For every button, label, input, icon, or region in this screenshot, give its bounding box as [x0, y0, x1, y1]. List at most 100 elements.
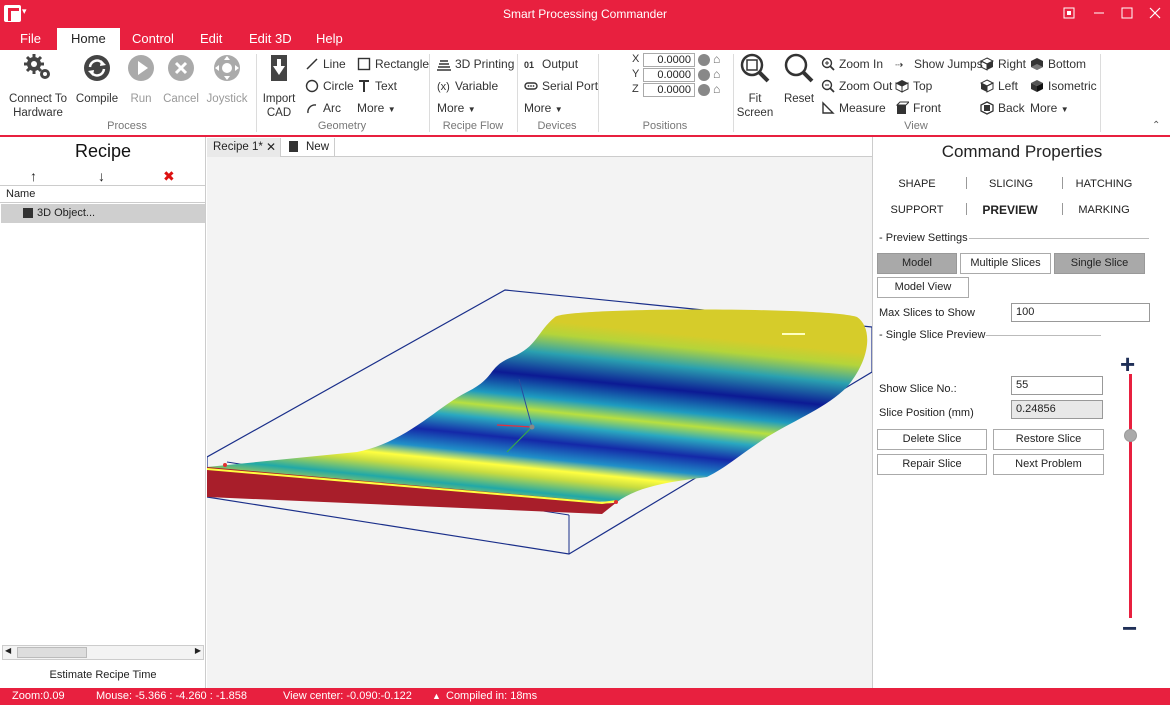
slice-decrease-icon[interactable]: − [1122, 613, 1137, 644]
bottom-view-button[interactable]: Bottom [1030, 55, 1086, 73]
slice-slider-track[interactable] [1129, 374, 1132, 618]
close-icon[interactable] [1140, 0, 1170, 28]
tab-help[interactable]: Help [302, 28, 357, 50]
tab-slicing[interactable]: SLICING [971, 178, 1051, 190]
run-label: Run [130, 93, 152, 105]
variable-button[interactable]: (x) Variable [437, 77, 498, 95]
tab-recipe-1[interactable]: Recipe 1* ✕ [207, 138, 281, 157]
rectangle-icon [357, 57, 371, 71]
arc-button[interactable]: Arc [305, 99, 341, 117]
tab-edit-3d[interactable]: Edit 3D [235, 28, 306, 50]
tab-hatching[interactable]: HATCHING [1064, 178, 1144, 190]
isometric-view-button[interactable]: Isometric [1030, 77, 1097, 95]
horizontal-scrollbar[interactable]: ◀ ▶ [2, 645, 204, 660]
zoom-out-button[interactable]: Zoom Out [821, 77, 892, 95]
recipe-title: Recipe [74, 141, 132, 161]
group-label-geometry: Geometry [317, 120, 367, 132]
show-jumps-button[interactable]: ⇢ Show Jumps [895, 55, 983, 73]
line-button[interactable]: Line [305, 55, 346, 73]
import-cad-button[interactable]: Import CAD [261, 52, 297, 120]
jumps-arrow-icon: ⇢ [895, 60, 904, 71]
cancel-button[interactable]: Cancel [161, 52, 201, 106]
next-problem-button[interactable]: Next Problem [993, 454, 1104, 475]
view-more-button[interactable]: More ▼ [1030, 99, 1069, 117]
run-button[interactable]: Run [124, 52, 158, 106]
tab-new[interactable]: New [283, 138, 335, 157]
devices-more-button[interactable]: More ▼ [524, 99, 563, 117]
3d-printing-button[interactable]: 3D Printing [437, 55, 514, 73]
max-slices-field[interactable]: 100 [1011, 303, 1150, 322]
tab-preview[interactable]: PREVIEW [970, 203, 1050, 217]
close-tab-icon[interactable]: ✕ [266, 138, 276, 157]
text-button[interactable]: Text [357, 77, 397, 95]
y-home-icon[interactable]: ⌂ [713, 67, 720, 81]
scrollbar-thumb[interactable] [17, 647, 87, 658]
x-status-indicator [698, 54, 710, 66]
recipe-item-label: 3D Object... [37, 207, 96, 219]
move-up-icon[interactable]: ↑ [30, 168, 37, 184]
fit-screen-button[interactable]: Fit Screen [736, 52, 774, 120]
collapse-ribbon-icon[interactable]: ⌃ [1152, 120, 1160, 131]
recipe-flow-more-label: More [437, 101, 465, 115]
tab-shape[interactable]: SHAPE [877, 178, 957, 190]
top-view-button[interactable]: Top [895, 77, 932, 95]
connect-hardware-button[interactable]: Connect To Hardware [6, 52, 70, 120]
reset-view-button[interactable]: Reset [780, 52, 818, 106]
z-position-field[interactable]: 0.0000 [643, 83, 695, 97]
single-slice-button[interactable]: Single Slice [1054, 253, 1145, 274]
scroll-left-icon[interactable]: ◀ [5, 646, 11, 655]
output-button[interactable]: 01 Output [524, 55, 578, 73]
status-bar: Zoom:0.09 Mouse: -5.366 : -4.260 : -1.85… [0, 688, 1170, 705]
connect-label-2: Hardware [13, 107, 63, 119]
tab-file[interactable]: File [6, 28, 55, 50]
geometry-more-button[interactable]: More ▼ [357, 99, 396, 117]
text-icon [359, 80, 369, 92]
y-position-field[interactable]: 0.0000 [643, 68, 695, 82]
delete-slice-button[interactable]: Delete Slice [877, 429, 987, 450]
delete-icon[interactable]: ✖ [163, 168, 175, 185]
x-home-icon[interactable]: ⌂ [713, 52, 720, 66]
import-arrow-icon [271, 55, 287, 81]
layers-icon [437, 60, 451, 71]
3d-viewport[interactable] [207, 157, 872, 688]
measure-button[interactable]: Measure [821, 99, 886, 117]
slice-slider-thumb[interactable] [1124, 429, 1137, 442]
cube-bottom-icon [1031, 58, 1043, 70]
restore-slice-button[interactable]: Restore Slice [993, 429, 1104, 450]
circle-button[interactable]: Circle [305, 77, 354, 95]
x-position-field[interactable]: 0.0000 [643, 53, 695, 67]
back-view-button[interactable]: Back [980, 99, 1025, 117]
slice-point [614, 500, 618, 504]
estimate-recipe-time-button[interactable]: Estimate Recipe Time [0, 669, 206, 681]
joystick-button[interactable]: Joystick [205, 52, 249, 106]
left-view-button[interactable]: Left [980, 77, 1018, 95]
minimize-icon[interactable] [1084, 0, 1114, 28]
repair-slice-button[interactable]: Repair Slice [877, 454, 987, 475]
compile-button[interactable]: Compile [75, 52, 119, 106]
z-home-icon[interactable]: ⌂ [713, 82, 720, 96]
right-view-button[interactable]: Right [980, 55, 1026, 73]
tab-marking[interactable]: MARKING [1064, 204, 1144, 216]
zoom-in-button[interactable]: Zoom In [821, 55, 883, 73]
model-toggle-button[interactable]: Model [877, 253, 957, 274]
maximize-icon[interactable] [1112, 0, 1142, 28]
tab-control[interactable]: Control [118, 28, 188, 50]
restore-layout-icon[interactable] [1054, 0, 1084, 28]
tab-home[interactable]: Home [57, 28, 120, 50]
slice-increase-icon[interactable]: + [1120, 349, 1135, 380]
serial-port-button[interactable]: Serial Port [524, 77, 598, 95]
move-down-icon[interactable]: ↓ [98, 168, 105, 184]
recipe-column-header[interactable]: Name [0, 185, 206, 203]
rectangle-button[interactable]: Rectangle [357, 55, 429, 73]
model-view-button[interactable]: Model View [877, 277, 969, 298]
multiple-slices-button[interactable]: Multiple Slices [960, 253, 1051, 274]
tab-edit[interactable]: Edit [186, 28, 236, 50]
magnifier-icon [784, 53, 814, 83]
show-slice-field[interactable]: 55 [1011, 376, 1103, 395]
recipe-flow-more-button[interactable]: More ▼ [437, 99, 476, 117]
tab-support[interactable]: SUPPORT [877, 204, 957, 216]
group-label-positions: Positions [642, 120, 688, 132]
front-view-button[interactable]: Front [895, 99, 941, 117]
recipe-item[interactable]: 3D Object... [1, 204, 205, 223]
scroll-right-icon[interactable]: ▶ [195, 646, 201, 655]
